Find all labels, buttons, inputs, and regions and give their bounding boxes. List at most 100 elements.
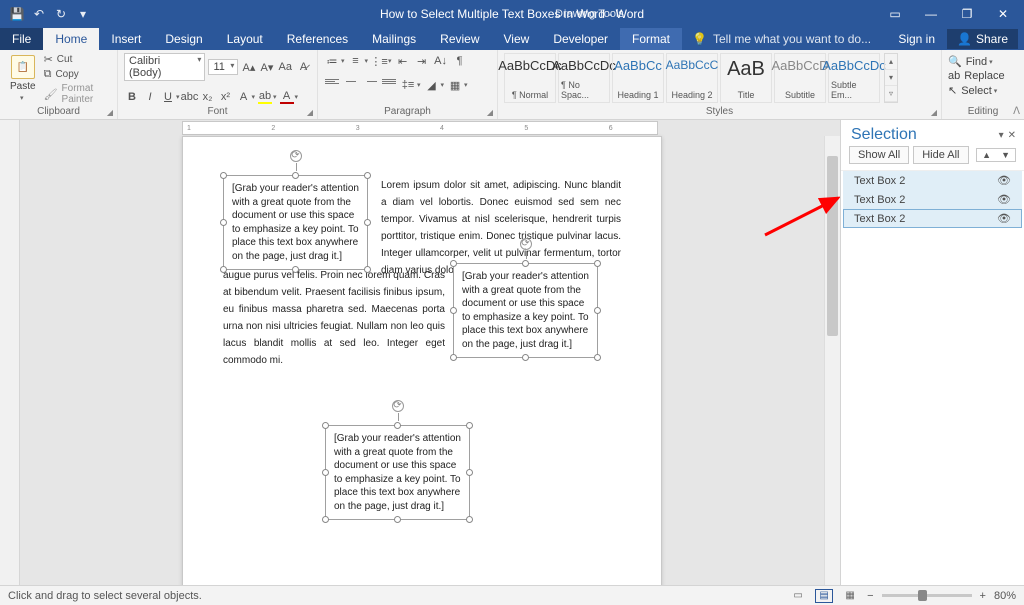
selection-item[interactable]: Text Box 2👁 <box>843 171 1022 190</box>
resize-handle[interactable] <box>220 266 227 273</box>
resize-handle[interactable] <box>364 172 371 179</box>
underline-button[interactable]: U <box>160 89 176 105</box>
rotate-handle-icon[interactable]: ⟳ <box>520 238 532 250</box>
minimize-button[interactable]: — <box>914 0 948 28</box>
pane-options-icon[interactable]: ▾ <box>999 130 1004 141</box>
resize-handle[interactable] <box>220 172 227 179</box>
redo-icon[interactable]: ↻ <box>52 5 70 23</box>
resize-handle[interactable] <box>450 260 457 267</box>
zoom-slider[interactable] <box>882 594 972 597</box>
zoom-out-button[interactable]: − <box>867 590 873 602</box>
sort-button[interactable]: A↓ <box>433 53 449 69</box>
align-center-button[interactable] <box>343 77 359 93</box>
resize-handle[interactable] <box>292 266 299 273</box>
rotate-handle-icon[interactable]: ⟳ <box>392 400 404 412</box>
format-painter-button[interactable]: 🖌Format Painter <box>44 83 111 105</box>
increase-indent-button[interactable]: ⇥ <box>414 53 430 69</box>
align-left-button[interactable] <box>324 77 340 93</box>
dialog-launcher-icon[interactable]: ◢ <box>487 108 493 117</box>
borders-button[interactable]: ▦ <box>447 77 463 93</box>
multilevel-list-button[interactable]: ⋮≡ <box>371 53 387 69</box>
style-item[interactable]: AaBbCcHeading 1 <box>612 53 664 103</box>
font-name-combo[interactable]: Calibri (Body) <box>124 53 205 81</box>
style-item[interactable]: AaBbCcCHeading 2 <box>666 53 718 103</box>
shrink-font-button[interactable]: A▾ <box>259 59 274 75</box>
show-marks-button[interactable]: ¶ <box>452 53 468 69</box>
font-size-combo[interactable]: 11 <box>208 59 238 75</box>
justify-button[interactable] <box>381 77 397 93</box>
close-button[interactable]: ✕ <box>986 0 1020 28</box>
undo-icon[interactable]: ↶ <box>30 5 48 23</box>
selection-item[interactable]: Text Box 2👁 <box>843 209 1022 228</box>
style-item[interactable]: AaBbCcDSubtitle <box>774 53 826 103</box>
highlight-button[interactable]: ab <box>257 89 273 105</box>
resize-handle[interactable] <box>364 266 371 273</box>
paste-button[interactable]: 📋 Paste ▾ <box>6 53 40 104</box>
visibility-toggle-icon[interactable]: 👁 <box>997 193 1011 206</box>
document-area[interactable]: 123456 Lorem ipsum dolor sit amet, adipi… <box>0 120 840 585</box>
numbering-button[interactable]: ≡ <box>348 53 364 69</box>
dialog-launcher-icon[interactable]: ◢ <box>107 108 113 117</box>
tab-developer[interactable]: Developer <box>541 28 620 50</box>
replace-button[interactable]: abReplace <box>948 70 1005 82</box>
copy-button[interactable]: ⧉Copy <box>44 68 111 81</box>
bring-forward-button[interactable]: ▲ <box>977 149 996 161</box>
shading-button[interactable]: ◢ <box>424 77 440 93</box>
resize-handle[interactable] <box>594 260 601 267</box>
tab-design[interactable]: Design <box>153 28 214 50</box>
resize-handle[interactable] <box>450 354 457 361</box>
change-case-button[interactable]: Aa <box>278 59 293 75</box>
ribbon-display-options-icon[interactable]: ▭ <box>878 0 912 28</box>
resize-handle[interactable] <box>594 307 601 314</box>
resize-handle[interactable] <box>394 422 401 429</box>
resize-handle[interactable] <box>220 219 227 226</box>
selection-item[interactable]: Text Box 2👁 <box>843 190 1022 209</box>
style-item[interactable]: AaBTitle <box>720 53 772 103</box>
zoom-in-button[interactable]: + <box>980 590 986 602</box>
pane-close-icon[interactable]: ✕ <box>1008 130 1016 141</box>
scrollbar-thumb[interactable] <box>827 156 838 336</box>
resize-handle[interactable] <box>394 516 401 523</box>
cut-button[interactable]: ✂Cut <box>44 53 111 66</box>
visibility-toggle-icon[interactable]: 👁 <box>997 174 1011 187</box>
dialog-launcher-icon[interactable]: ◢ <box>931 108 937 117</box>
text-box[interactable]: [Grab your reader's attention with a gre… <box>223 175 368 270</box>
read-mode-button[interactable]: ▭ <box>789 589 807 603</box>
dialog-launcher-icon[interactable]: ◢ <box>307 108 313 117</box>
tab-review[interactable]: Review <box>428 28 491 50</box>
bold-button[interactable]: B <box>124 89 140 105</box>
styles-gallery[interactable]: AaBbCcDc¶ NormalAaBbCcDc¶ No Spac...AaBb… <box>504 53 880 103</box>
select-button[interactable]: ↖Select▾ <box>948 84 1005 97</box>
zoom-level[interactable]: 80% <box>994 590 1016 602</box>
style-item[interactable]: AaBbCcDcSubtle Em... <box>828 53 880 103</box>
tab-file[interactable]: File <box>0 28 43 50</box>
send-backward-button[interactable]: ▼ <box>996 149 1015 161</box>
share-button[interactable]: 👤 Share <box>947 29 1018 49</box>
rotate-handle-icon[interactable]: ⟳ <box>290 150 302 162</box>
gallery-scroll[interactable]: ▴▾▿ <box>884 53 898 103</box>
resize-handle[interactable] <box>522 260 529 267</box>
style-item[interactable]: AaBbCcDc¶ No Spac... <box>558 53 610 103</box>
resize-handle[interactable] <box>466 422 473 429</box>
sign-in-link[interactable]: Sign in <box>890 32 943 46</box>
resize-handle[interactable] <box>322 422 329 429</box>
resize-handle[interactable] <box>522 354 529 361</box>
vertical-ruler[interactable] <box>0 120 20 585</box>
bullets-button[interactable]: ≔ <box>324 53 340 69</box>
hide-all-button[interactable]: Hide All <box>913 146 968 164</box>
tab-layout[interactable]: Layout <box>215 28 275 50</box>
subscript-button[interactable]: x₂ <box>200 89 216 105</box>
resize-handle[interactable] <box>292 172 299 179</box>
text-box[interactable]: [Grab your reader's attention with a gre… <box>325 425 470 520</box>
tab-mailings[interactable]: Mailings <box>360 28 428 50</box>
collapse-ribbon-icon[interactable]: ᐱ <box>1013 106 1020 117</box>
resize-handle[interactable] <box>364 219 371 226</box>
line-spacing-button[interactable]: ‡≡ <box>400 77 416 93</box>
resize-handle[interactable] <box>466 516 473 523</box>
text-effects-button[interactable]: A <box>236 89 252 105</box>
zoom-thumb[interactable] <box>918 590 927 601</box>
tab-format[interactable]: Format <box>620 28 682 50</box>
web-layout-button[interactable]: ▦ <box>841 589 859 603</box>
resize-handle[interactable] <box>466 469 473 476</box>
qat-customize-icon[interactable]: ▾ <box>74 5 92 23</box>
